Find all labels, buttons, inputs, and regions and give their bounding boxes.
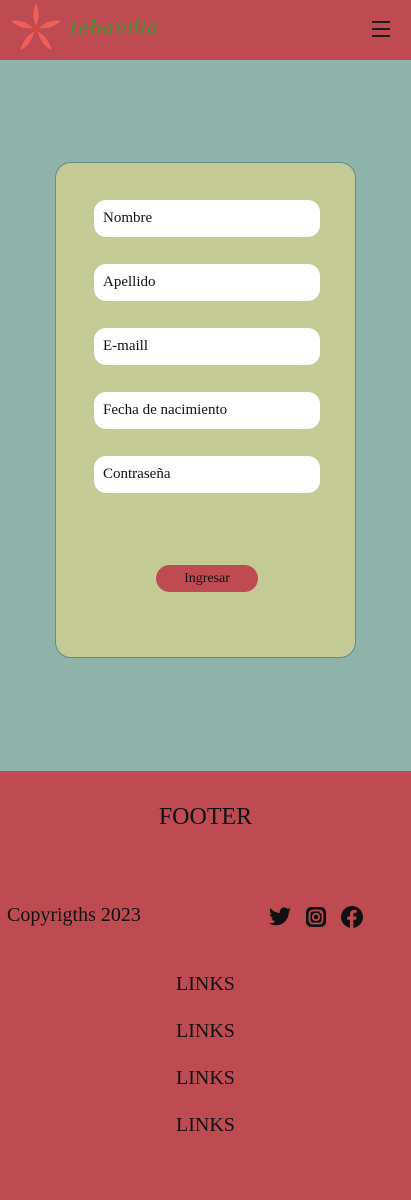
flower-logo-icon[interactable] bbox=[9, 2, 63, 56]
ingresar-button[interactable]: Ingresar bbox=[156, 565, 258, 592]
footer-link[interactable]: LINKS bbox=[0, 1114, 411, 1137]
birthdate-field[interactable]: Fecha de nacimiento bbox=[94, 392, 320, 429]
twitter-icon[interactable] bbox=[268, 905, 292, 929]
top-header: tebanilia bbox=[0, 0, 411, 60]
footer-title: FOOTER bbox=[158, 804, 253, 830]
signup-form-card: Nombre Apellido E-maill Fecha de nacimie… bbox=[55, 162, 356, 658]
facebook-icon[interactable] bbox=[340, 905, 364, 929]
footer-link[interactable]: LINKS bbox=[0, 973, 411, 996]
nombre-field[interactable]: Nombre bbox=[94, 200, 320, 237]
copyright-text: Copyrigths 2023 bbox=[7, 904, 141, 926]
password-field[interactable]: Contraseña bbox=[94, 456, 320, 493]
email-field[interactable]: E-maill bbox=[94, 328, 320, 365]
footer-link[interactable]: LINKS bbox=[0, 1020, 411, 1043]
footer: FOOTER Copyrigths 2023 LINKS LINKS LINKS… bbox=[0, 771, 411, 1200]
hamburger-menu-icon[interactable] bbox=[370, 17, 392, 41]
footer-link[interactable]: LINKS bbox=[0, 1067, 411, 1090]
instagram-icon[interactable] bbox=[304, 905, 328, 929]
brand-name: tebanilia bbox=[70, 17, 159, 39]
apellido-field[interactable]: Apellido bbox=[94, 264, 320, 301]
